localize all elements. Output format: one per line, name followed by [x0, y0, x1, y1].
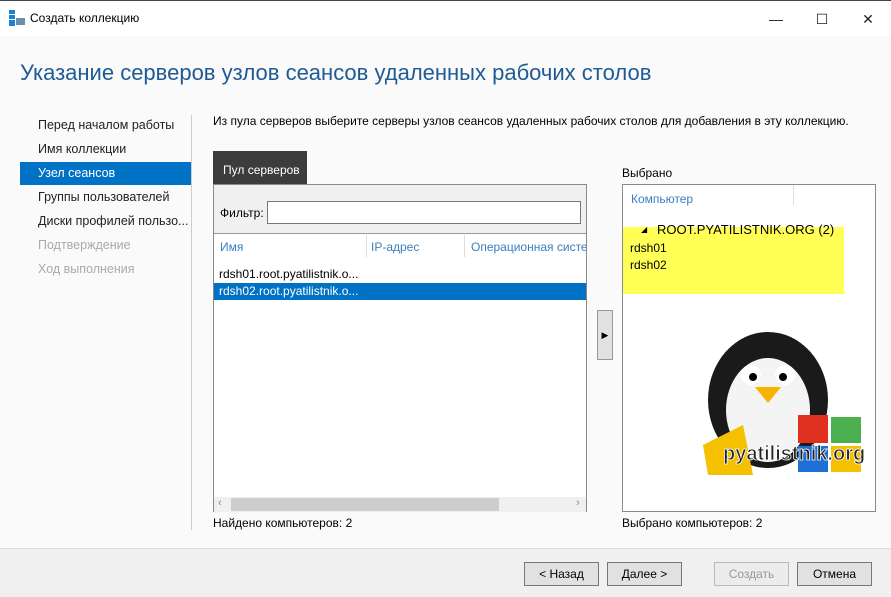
column-separator[interactable]	[793, 185, 794, 205]
filter-label: Фильтр:	[220, 206, 264, 220]
nav-confirmation: Подтверждение	[38, 238, 131, 252]
maximize-button[interactable]: ☐	[799, 5, 845, 33]
list-item[interactable]: rdsh02	[630, 258, 667, 272]
column-separator[interactable]	[464, 235, 465, 257]
server-pool-panel: Фильтр: Имя IP-адрес Операционная систе …	[213, 184, 587, 512]
column-header-name[interactable]: Имя	[220, 240, 243, 254]
found-count: Найдено компьютеров: 2	[213, 516, 353, 530]
column-separator[interactable]	[366, 235, 367, 257]
selected-label: Выбрано	[622, 166, 673, 180]
button-bar: < Назад Далее > Создать Отмена	[0, 548, 891, 597]
column-header-ip[interactable]: IP-адрес	[371, 240, 419, 254]
close-button[interactable]: ✕	[845, 5, 891, 33]
title-bar: Создать коллекцию — ☐ ✕	[0, 0, 891, 36]
minimize-button[interactable]: —	[753, 5, 799, 33]
selected-count: Выбрано компьютеров: 2	[622, 516, 763, 530]
selected-panel: Компьютер ◢ ROOT.PYATILISTNIK.ORG (2) rd…	[622, 184, 876, 512]
nav-user-profile-disks[interactable]: Диски профилей пользо...	[20, 210, 191, 233]
add-server-button[interactable]: ▶	[597, 310, 613, 360]
domain-group[interactable]: ROOT.PYATILISTNIK.ORG (2)	[657, 222, 834, 237]
column-header-os[interactable]: Операционная систе	[471, 240, 586, 254]
nav-collection-name[interactable]: Имя коллекции	[20, 138, 191, 161]
scroll-left-icon[interactable]: ‹	[218, 497, 222, 509]
horizontal-scrollbar[interactable]: ‹ ›	[214, 497, 586, 512]
watermark-text: pyatilistnik.org	[723, 443, 865, 465]
scrollbar-thumb[interactable]	[231, 498, 499, 511]
scroll-right-icon[interactable]: ›	[576, 497, 580, 509]
column-header-computer[interactable]: Компьютер	[631, 192, 693, 206]
back-button[interactable]: < Назад	[524, 562, 599, 586]
table-row-selected[interactable]: rdsh02.root.pyatilistnik.o...	[214, 283, 586, 300]
list-item[interactable]: rdsh01	[630, 241, 667, 255]
nav-user-groups[interactable]: Группы пользователей	[20, 186, 191, 209]
divider	[191, 115, 192, 530]
filter-input[interactable]	[267, 201, 581, 224]
penguin-watermark-logo: pyatilistnik.org	[703, 332, 866, 475]
nav-progress: Ход выполнения	[38, 262, 135, 276]
window-title: Создать коллекцию	[30, 11, 140, 25]
nav-before-you-begin[interactable]: Перед началом работы	[20, 114, 191, 137]
page-title: Указание серверов узлов сеансов удаленны…	[20, 60, 652, 85]
tab-server-pool[interactable]: Пул серверов	[213, 151, 307, 184]
collapse-triangle-icon[interactable]: ◢	[641, 225, 647, 234]
create-button: Создать	[714, 562, 789, 586]
filter-bar: Фильтр:	[214, 185, 586, 234]
next-button[interactable]: Далее >	[607, 562, 682, 586]
cancel-button[interactable]: Отмена	[797, 562, 872, 586]
table-row[interactable]: rdsh01.root.pyatilistnik.o...	[214, 266, 586, 283]
server-manager-icon	[9, 10, 25, 26]
description: Из пула серверов выберите серверы узлов …	[213, 114, 849, 128]
nav-rd-session-host[interactable]: Узел сеансов удаленных...	[20, 162, 191, 203]
